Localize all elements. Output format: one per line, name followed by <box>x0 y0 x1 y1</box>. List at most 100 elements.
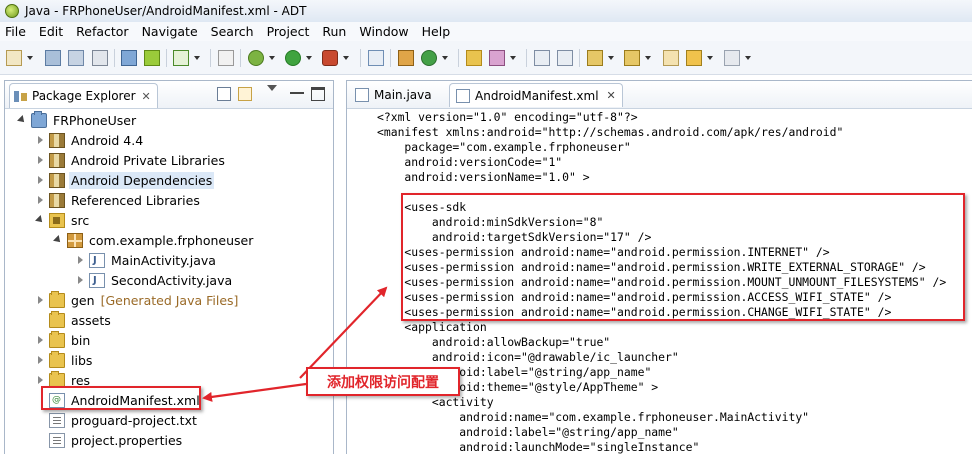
menu-help[interactable]: Help <box>415 22 457 41</box>
maximize-icon[interactable] <box>311 87 325 101</box>
collapse-all-icon[interactable] <box>217 87 231 101</box>
tree-item-src[interactable]: src <box>35 210 91 230</box>
collapsed-arrow-icon[interactable] <box>35 295 45 305</box>
new-java-package-icon[interactable] <box>398 50 414 66</box>
close-icon[interactable]: ✕ <box>607 89 616 102</box>
tree-item-assets[interactable]: assets <box>49 310 113 330</box>
expanded-arrow-icon[interactable] <box>53 235 63 245</box>
tree-item-secondactivity[interactable]: SecondActivity.java <box>75 270 234 290</box>
collapsed-arrow-icon[interactable] <box>35 195 45 205</box>
tab-main-java[interactable]: Main.java <box>349 83 438 107</box>
new-class-dropdown-icon[interactable] <box>442 56 448 60</box>
collapsed-arrow-icon[interactable] <box>75 275 85 285</box>
tree-item-package[interactable]: com.example.frphoneuser <box>53 230 255 250</box>
tree-item-label: Android 4.4 <box>71 132 144 148</box>
search-icon[interactable] <box>489 50 505 66</box>
next-annotation-icon[interactable] <box>587 50 603 66</box>
collapsed-arrow-icon[interactable] <box>35 175 45 185</box>
toolbar-separator <box>210 49 211 67</box>
minimize-icon[interactable] <box>290 92 304 94</box>
tree-item-libs[interactable]: libs <box>35 350 94 370</box>
tree-item-android-private-libraries[interactable]: Android Private Libraries <box>35 150 227 170</box>
tree-item-android-4-4[interactable]: Android 4.4 <box>35 130 145 150</box>
last-edit-location-icon[interactable] <box>663 50 679 66</box>
menu-window[interactable]: Window <box>352 22 414 41</box>
tree-item-frphoneuser[interactable]: FRPhoneUser <box>17 110 138 130</box>
package-explorer-icon <box>14 90 27 103</box>
menu-run[interactable]: Run <box>315 22 352 41</box>
tree-item-android-dependencies[interactable]: Android Dependencies <box>35 170 215 190</box>
tree-item-label: Referenced Libraries <box>71 192 200 208</box>
previous-annotation-icon[interactable] <box>624 50 640 66</box>
source-folder-icon <box>49 212 65 228</box>
collapsed-arrow-icon[interactable] <box>35 155 45 165</box>
code-line: <?xml version="1.0" encoding="utf-8"?> <box>377 110 638 124</box>
package-explorer-title: Package Explorer <box>32 89 136 103</box>
tab-androidmanifest[interactable]: AndroidManifest.xml ✕ <box>449 83 623 107</box>
link-with-editor-icon[interactable] <box>238 87 252 101</box>
text-file-icon <box>49 412 65 428</box>
text-file-icon <box>49 432 65 448</box>
show-whitespace-icon[interactable] <box>557 50 573 66</box>
new-dropdown-icon[interactable] <box>27 56 33 60</box>
run-dropdown-icon[interactable] <box>306 56 312 60</box>
toolbar-separator <box>240 49 241 67</box>
tree-item-label: src <box>71 212 90 228</box>
save-icon[interactable] <box>45 50 61 66</box>
run-icon[interactable] <box>285 50 301 66</box>
collapsed-arrow-icon[interactable] <box>35 355 45 365</box>
back-icon[interactable] <box>686 50 702 66</box>
tab-package-explorer[interactable]: Package Explorer ✕ <box>9 83 158 108</box>
tree-item-bin[interactable]: bin <box>35 330 92 350</box>
task-dropdown-icon[interactable] <box>194 56 200 60</box>
open-type-icon[interactable] <box>466 50 482 66</box>
back-dropdown-icon[interactable] <box>707 56 713 60</box>
collapsed-arrow-icon[interactable] <box>75 255 85 265</box>
expanded-arrow-icon[interactable] <box>17 115 27 125</box>
menu-navigate[interactable]: Navigate <box>135 22 204 41</box>
code-line: android:label="@string/app_name" <box>377 425 679 439</box>
new-java-class-icon[interactable] <box>421 50 437 66</box>
external-tools-icon[interactable] <box>322 50 338 66</box>
tree-item-mainactivity[interactable]: MainActivity.java <box>75 250 218 270</box>
previous-annotation-dropdown-icon[interactable] <box>645 56 651 60</box>
new-icon[interactable] <box>6 50 22 66</box>
tree-item-label: proguard-project.txt <box>71 412 197 428</box>
collapsed-arrow-icon[interactable] <box>35 335 45 345</box>
menu-edit[interactable]: Edit <box>32 22 69 41</box>
task-checkbox-icon[interactable] <box>173 50 189 66</box>
adt-app-icon <box>5 4 19 18</box>
tree-item-gen[interactable]: gen [Generated Java Files] <box>35 290 238 310</box>
menu-file[interactable]: File <box>0 22 32 41</box>
android-avd-manager-icon[interactable] <box>144 50 160 66</box>
toggle-mark-icon[interactable] <box>534 50 550 66</box>
tree-item-label: Android Dependencies <box>69 171 215 189</box>
debug-icon[interactable] <box>248 50 264 66</box>
toolbar-separator <box>114 49 115 67</box>
expanded-arrow-icon[interactable] <box>35 215 45 225</box>
external-tools-dropdown-icon[interactable] <box>343 56 349 60</box>
next-annotation-dropdown-icon[interactable] <box>608 56 614 60</box>
save-all-icon[interactable] <box>68 50 84 66</box>
menu-project[interactable]: Project <box>260 22 316 41</box>
menu-search[interactable]: Search <box>204 22 260 41</box>
android-sdk-manager-icon[interactable] <box>121 50 137 66</box>
tree-item-project-properties[interactable]: project.properties <box>49 430 184 450</box>
forward-dropdown-icon[interactable] <box>745 56 751 60</box>
collapsed-arrow-icon[interactable] <box>35 135 45 145</box>
lint-icon[interactable] <box>218 50 234 66</box>
search-dropdown-icon[interactable] <box>510 56 516 60</box>
collapsed-arrow-icon[interactable] <box>35 375 45 385</box>
tree-item-referenced-libraries[interactable]: Referenced Libraries <box>35 190 202 210</box>
editor-tabbar: Main.java AndroidManifest.xml ✕ <box>347 81 972 109</box>
tree-item-proguard[interactable]: proguard-project.txt <box>49 410 199 430</box>
view-menu-icon[interactable] <box>267 85 277 91</box>
print-icon[interactable] <box>92 50 108 66</box>
debug-dropdown-icon[interactable] <box>269 56 275 60</box>
skip-breakpoints-icon[interactable] <box>368 50 384 66</box>
menu-refactor[interactable]: Refactor <box>69 22 134 41</box>
forward-icon[interactable] <box>724 50 740 66</box>
java-file-icon <box>89 272 105 288</box>
close-icon[interactable]: ✕ <box>142 90 151 103</box>
toolbar-separator <box>526 49 527 67</box>
